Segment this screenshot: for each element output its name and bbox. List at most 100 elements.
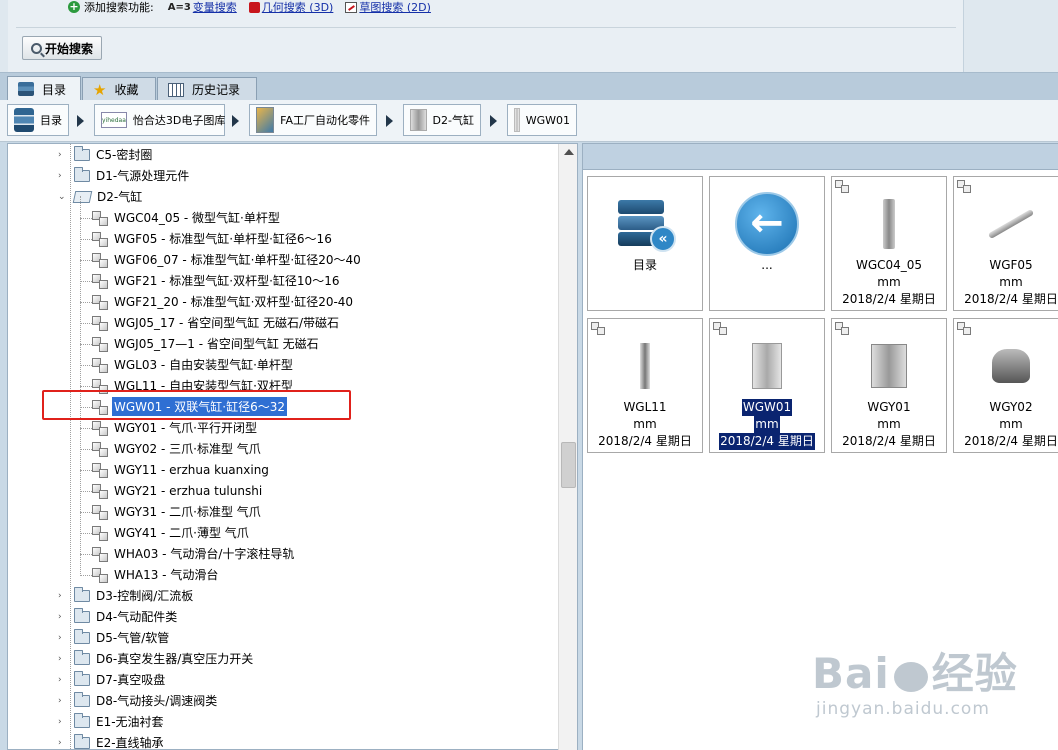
tree-item-part[interactable]: WGJ05_17—1 - 省空间型气缸 无磁石 (92, 333, 321, 354)
tree-item-part[interactable]: WHA03 - 气动滑台/十字滚柱导轨 (92, 543, 296, 564)
thumbnail-card[interactable]: WGL11 mm 2018/2/4 星期日 (587, 318, 703, 453)
tab-catalog[interactable]: 目录 (7, 76, 81, 101)
caption-line: WGY02 (989, 400, 1033, 414)
tree-item-folder[interactable]: › D8-气动接头/调速阀类 (58, 690, 219, 711)
geometry-search-link[interactable]: 几何搜索 (3D) (248, 0, 334, 15)
breadcrumb-item-catalog[interactable]: 目录 (7, 104, 69, 136)
breadcrumb-label: WGW01 (525, 113, 570, 127)
breadcrumb-label: D2-气缸 (432, 114, 474, 127)
collapse-icon[interactable]: ⌄ (58, 192, 66, 202)
tab-history[interactable]: 历史记录 (157, 77, 257, 101)
expand-icon[interactable]: › (58, 675, 62, 685)
part-icon (92, 462, 108, 478)
misumi-logo-icon: yihedaa (101, 112, 127, 128)
books-icon: « (614, 196, 676, 252)
tree-item-folder[interactable]: › E2-直线轴承 (58, 732, 166, 749)
start-search-label: 开始搜索 (44, 41, 93, 56)
tree-item-label: D3-控制阀/汇流板 (96, 589, 194, 603)
tree-item-part[interactable]: WGJ05_17 - 省空间型气缸 无磁石/带磁石 (92, 312, 341, 333)
tree-item-folder[interactable]: › D4-气动配件类 (58, 606, 179, 627)
tree-item-label: WGJ05_17 - 省空间型气缸 无磁石/带磁石 (114, 316, 340, 330)
variable-search-label[interactable]: 变量搜索 (193, 0, 237, 15)
part-icon (92, 504, 108, 520)
tree-item-part[interactable]: WGF21_20 - 标准型气缸·双杆型·缸径20-40 (92, 291, 355, 312)
breadcrumb-item-cylinder[interactable]: D2-气缸 (403, 104, 481, 136)
thumbnail-card[interactable]: WGY02 mm 2018/2/4 星期日 (953, 318, 1058, 453)
books-icon (14, 108, 34, 132)
sketch-search-label[interactable]: 草图搜索 (2D) (359, 0, 431, 15)
baidu-jingyan-watermark: Bai 经验 jingyan.baidu.com (812, 640, 1018, 719)
tree-item-folder[interactable]: › E1-无油衬套 (58, 711, 166, 732)
thumbnail-card[interactable]: WGF05 mm 2018/2/4 星期日 (953, 176, 1058, 311)
tree-item-folder[interactable]: ⌄ D2-气缸 (58, 186, 144, 207)
tree-item-part[interactable]: WGY02 - 三爪·标准型 气爪 (92, 438, 263, 459)
sketch-search-link[interactable]: 草图搜索 (2D) (345, 0, 431, 15)
tree-item-part[interactable]: WGY31 - 二爪·标准型 气爪 (92, 501, 263, 522)
thumbnail-caption: WGY02 mm 2018/2/4 星期日 (954, 399, 1058, 450)
tree-item-label: WGY31 - 二爪·标准型 气爪 (114, 505, 261, 519)
geometry-search-label[interactable]: 几何搜索 (3D) (262, 0, 334, 15)
part-icon (92, 315, 108, 331)
add-search-label: 添加搜索功能: (84, 1, 154, 14)
tree-item-part[interactable]: WGF06_07 - 标准型气缸·单杆型·缸径20～40 (92, 249, 363, 270)
catalog-tree[interactable]: › C5-密封圈 › D1-气源处理元件 ⌄ D2-气缸 WGC04_05 - 微型气缸·单… (7, 143, 578, 750)
tree-item-folder[interactable]: › C5-密封圈 (58, 144, 154, 165)
tree-scrollbar[interactable] (558, 144, 577, 750)
folder-icon (74, 166, 90, 182)
expand-icon[interactable]: › (58, 171, 62, 181)
expand-icon[interactable]: › (58, 696, 62, 706)
part-icon (92, 294, 108, 310)
scroll-up-arrow-icon[interactable] (564, 149, 574, 155)
tree-item-folder[interactable]: › D6-真空发生器/真空压力开关 (58, 648, 255, 669)
breadcrumb-item-library[interactable]: yihedaa 怡合达3D电子图库 (94, 104, 225, 136)
tree-item-part[interactable]: WGY01 - 气爪·平行开闭型 (92, 417, 259, 438)
start-search-button[interactable]: 开始搜索 (22, 36, 102, 60)
tree-item-part[interactable]: WGF21 - 标准型气缸·双杆型·缸径10～16 (92, 270, 341, 291)
gripper-part-icon (871, 344, 907, 388)
breadcrumb-item-wgw01[interactable]: WGW01 (507, 104, 577, 136)
caption-line: mm (999, 275, 1023, 289)
thumbnail-card[interactable]: « 目录 (587, 176, 703, 311)
thumbnail-card[interactable]: ←... (709, 176, 825, 311)
thumbnail-image: « (588, 185, 702, 263)
tree-item-label: WGF21_20 - 标准型气缸·双杆型·缸径20-40 (114, 295, 354, 309)
expand-icon[interactable]: › (58, 717, 62, 727)
folder-icon (74, 628, 90, 644)
expand-icon[interactable]: › (58, 654, 62, 664)
tree-item-part[interactable]: WGY11 - erzhua kuanxing (92, 459, 271, 480)
rod-part-icon (987, 208, 1035, 240)
tree-item-part[interactable]: WGY21 - erzhua tulunshi (92, 480, 264, 501)
expand-icon[interactable]: › (58, 612, 62, 622)
thumbnail-card[interactable]: WGY01 mm 2018/2/4 星期日 (831, 318, 947, 453)
tree-item-part[interactable]: WGF05 - 标准型气缸·单杆型·缸径6～16 (92, 228, 334, 249)
tree-connector (80, 218, 92, 219)
tree-connector (80, 323, 92, 324)
caption-line: WGC04_05 (855, 258, 923, 272)
tree-item-folder[interactable]: › D1-气源处理元件 (58, 165, 191, 186)
tree-item-part[interactable]: WGL03 - 自由安装型气缸·单杆型 (92, 354, 295, 375)
tree-item-folder[interactable]: › D3-控制阀/汇流板 (58, 585, 195, 606)
expand-icon[interactable]: › (58, 591, 62, 601)
tree-item-part[interactable]: WHA13 - 气动滑台 (92, 564, 220, 585)
breadcrumb-label: 怡合达3D电子图库 (132, 114, 226, 127)
tab-history-label: 历史记录 (192, 83, 241, 97)
tree-item-part[interactable]: WGC04_05 - 微型气缸·单杆型 (92, 207, 282, 228)
tree-item-label: WGY02 - 三爪·标准型 气爪 (114, 442, 261, 456)
tree-item-folder[interactable]: › D7-真空吸盘 (58, 669, 167, 690)
scrollbar-thumb[interactable] (561, 442, 576, 488)
tab-strip: 目录 ★ 收藏 历史记录 (0, 72, 1058, 101)
thumbnail-card[interactable]: WGC04_05 mm 2018/2/4 星期日 (831, 176, 947, 311)
tree-item-part[interactable]: WGY41 - 二爪·薄型 气爪 (92, 522, 251, 543)
tree-item-label: C5-密封圈 (96, 148, 153, 162)
tab-favorites[interactable]: ★ 收藏 (82, 77, 156, 101)
expand-icon[interactable]: › (58, 150, 62, 160)
variable-search-link[interactable]: A=3 变量搜索 (168, 0, 237, 15)
expand-icon[interactable]: › (58, 633, 62, 643)
tree-item-folder[interactable]: › D5-气管/软管 (58, 627, 171, 648)
thumbnail-card[interactable]: WGW01 mm 2018/2/4 星期日 (709, 318, 825, 453)
breadcrumb-item-fa[interactable]: FA工厂自动化零件 (249, 104, 377, 136)
tree-item-label: D8-气动接头/调速阀类 (96, 694, 218, 708)
three-jaw-gripper-icon (992, 349, 1030, 383)
annotation-highlight-box (42, 390, 351, 420)
expand-icon[interactable]: › (58, 738, 62, 748)
